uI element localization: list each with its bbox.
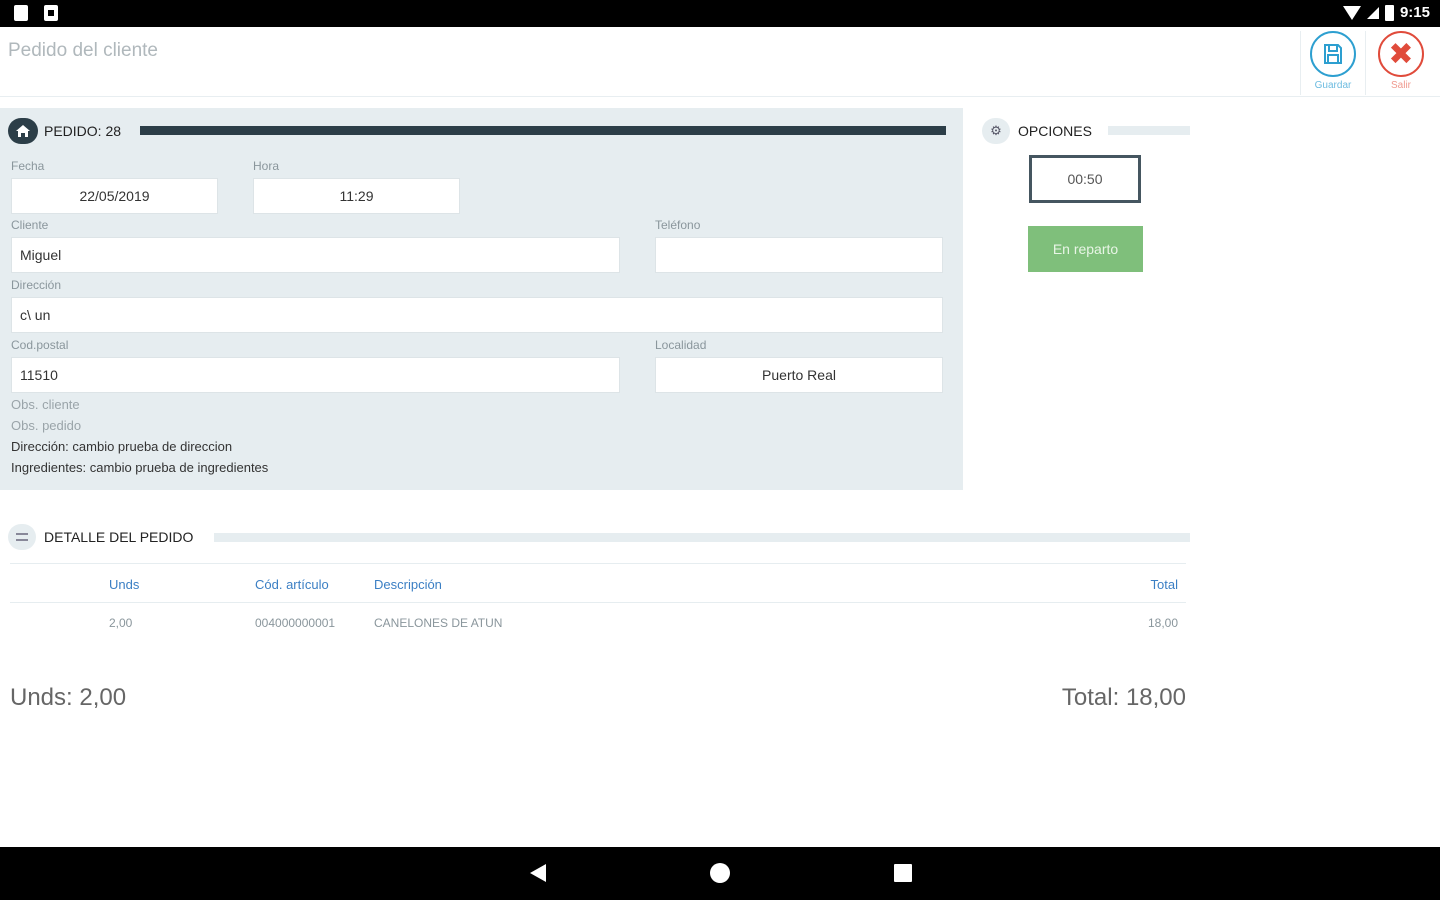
hora-label: Hora: [253, 159, 280, 173]
back-icon[interactable]: [530, 864, 546, 882]
col-units-header[interactable]: Unds: [109, 564, 229, 604]
localidad-field[interactable]: Puerto Real: [655, 357, 943, 393]
row-total: 18,00: [1147, 616, 1178, 630]
row-units: 2,00: [109, 616, 133, 630]
telefono-label: Teléfono: [655, 218, 701, 232]
save-label: Guardar: [1314, 80, 1352, 91]
order-title: PEDIDO: 28: [44, 123, 122, 139]
home-icon: [8, 118, 38, 144]
sd-card-icon: [14, 5, 28, 21]
save-icon: [1310, 31, 1356, 77]
table-header: Unds Cód. artículo Descripción Total: [10, 563, 1186, 603]
summary-total: Total: 18,00: [1061, 684, 1186, 711]
wifi-icon: [1342, 5, 1361, 20]
status-bar: 9:15: [0, 0, 1440, 27]
table-row[interactable]: 2,00 004000000001 CANELONES DE ATUN 18,0…: [10, 603, 1186, 643]
localidad-label: Localidad: [655, 338, 707, 352]
obs-line-ingredientes: Ingredientes: cambio prueba de ingredien…: [11, 460, 269, 475]
col-total-header[interactable]: Total: [1058, 564, 1178, 604]
row-code: 004000000001: [255, 616, 336, 630]
obs-pedido-label: Obs. pedido: [11, 418, 82, 433]
fecha-label: Fecha: [11, 159, 45, 173]
cliente-label: Cliente: [11, 218, 49, 232]
order-header: PEDIDO: 28: [8, 118, 121, 144]
col-code-header[interactable]: Cód. artículo: [255, 564, 365, 604]
app-header: Pedido del cliente Guardar ✖ Salir: [0, 27, 1440, 97]
detail-title: DETALLE DEL PEDIDO: [44, 529, 194, 545]
row-desc: CANELONES DE ATUN: [374, 616, 503, 630]
cliente-field[interactable]: Miguel: [11, 237, 620, 273]
notification-icon: [44, 5, 58, 21]
status-time: 9:15: [1399, 4, 1430, 21]
options-header: ⚙ OPCIONES: [982, 118, 1092, 144]
battery-icon: [1384, 4, 1394, 21]
close-icon: ✖: [1378, 31, 1424, 77]
telefono-field[interactable]: [655, 237, 943, 273]
signal-icon: [1366, 6, 1379, 19]
list-icon: [8, 524, 36, 550]
home-nav-icon[interactable]: [710, 863, 730, 883]
exit-label: Salir: [1390, 80, 1411, 91]
options-icon: ⚙: [982, 118, 1010, 144]
direccion-field[interactable]: c\ un: [11, 297, 943, 333]
direccion-label: Dirección: [11, 278, 62, 292]
elapsed-time[interactable]: 00:50: [1029, 155, 1141, 203]
cp-field[interactable]: 11510: [11, 357, 620, 393]
exit-button[interactable]: ✖ Salir: [1368, 31, 1434, 95]
navigation-bar: [0, 847, 1440, 900]
order-header-bar: [140, 126, 946, 135]
obs-line-direccion: Dirección: cambio prueba de direccion: [11, 439, 233, 454]
summary-units: Unds: 2,00: [10, 684, 127, 711]
col-desc-header[interactable]: Descripción: [374, 564, 774, 604]
order-lines-table: Unds Cód. artículo Descripción Total 2,0…: [10, 563, 1186, 643]
detail-header: DETALLE DEL PEDIDO: [8, 524, 193, 550]
options-title: OPCIONES: [1018, 123, 1092, 139]
detail-header-bar: [214, 533, 1190, 542]
save-button[interactable]: Guardar: [1300, 31, 1366, 95]
cp-label: Cod.postal: [11, 338, 69, 352]
page-title: Pedido del cliente: [8, 40, 158, 61]
obs-cliente-label: Obs. cliente: [11, 397, 80, 412]
options-header-bar: [1108, 126, 1190, 135]
status-button[interactable]: En reparto: [1028, 226, 1143, 272]
recent-apps-icon[interactable]: [894, 864, 912, 882]
hora-field[interactable]: 11:29: [253, 178, 460, 214]
fecha-field[interactable]: 22/05/2019: [11, 178, 218, 214]
order-panel: PEDIDO: 28 Fecha 22/05/2019 Hora 11:29 C…: [0, 108, 963, 490]
